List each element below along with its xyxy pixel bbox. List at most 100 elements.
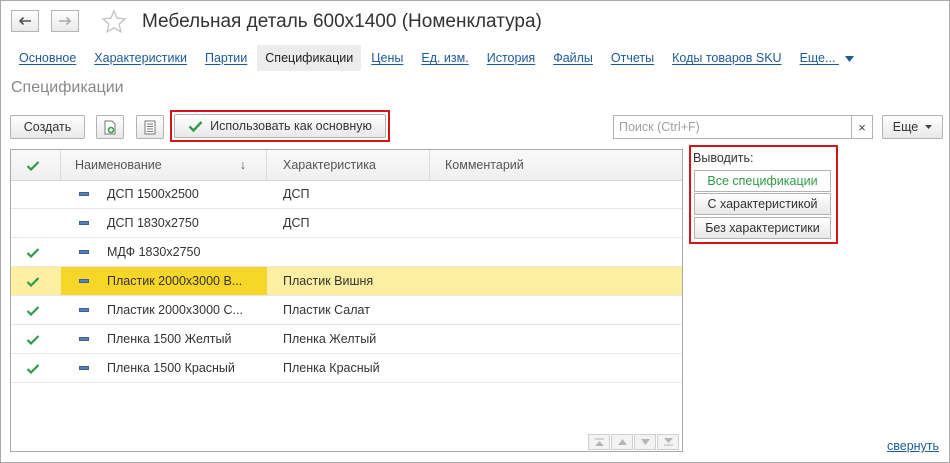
scroll-to-bottom-icon [663, 438, 673, 446]
column-name[interactable]: Наименование ↓ [61, 150, 267, 180]
more-actions-label: Еще [892, 120, 919, 134]
scroll-bottom-button[interactable] [657, 434, 679, 450]
table-row[interactable]: Пластик 2000х3000 В... Пластик Вишня [11, 267, 682, 296]
use-as-main-button[interactable]: Использовать как основную [174, 114, 386, 138]
checkmark-icon [26, 363, 40, 374]
checkmark-icon [188, 121, 203, 132]
scroll-to-top-icon [594, 438, 604, 446]
tab-faily[interactable]: Файлы [545, 45, 601, 71]
characteristic-cell: Пленка Красный [267, 354, 430, 382]
back-button[interactable] [11, 10, 39, 32]
specifications-table[interactable]: Наименование ↓ Характеристика Комментари… [10, 149, 683, 452]
tab-partii[interactable]: Партии [197, 45, 255, 71]
star-icon [101, 9, 127, 34]
comment-cell [430, 296, 682, 324]
comment-cell [430, 238, 682, 266]
name-text: ДСП 1830х2750 [107, 216, 199, 230]
catalog-item-icon [79, 250, 89, 254]
window-title: Мебельная деталь 600х1400 (Номенклатура) [142, 11, 542, 32]
name-cell: Пластик 2000х3000 В... [61, 267, 267, 295]
list-view-button[interactable] [136, 115, 164, 139]
tabs-more-label: Еще... [799, 51, 836, 65]
main-flag-cell [26, 238, 46, 266]
checkmark-icon [26, 247, 40, 258]
search-input[interactable] [613, 115, 851, 139]
filter-all-label: Все спецификации [707, 174, 818, 188]
table-row[interactable]: ДСП 1830х2750 ДСП [11, 209, 682, 238]
name-cell: ДСП 1830х2750 [61, 209, 267, 237]
add-copy-button[interactable] [96, 115, 124, 139]
document-add-icon [104, 120, 116, 134]
table-row[interactable]: Пленка 1500 Желтый Пленка Желтый [11, 325, 682, 354]
characteristic-text: ДСП [283, 216, 310, 230]
tabs-more-menu[interactable]: Еще... [792, 45, 862, 71]
scroll-up-button[interactable] [611, 434, 633, 450]
table-row[interactable]: Пластик 2000х3000 С... Пластик Салат [11, 296, 682, 325]
tab-harakteristiki[interactable]: Характеристики [86, 45, 195, 71]
comment-cell [430, 180, 682, 208]
search-clear-button[interactable]: × [851, 115, 873, 139]
tabs-bar: Основное Характеристики Партии Специфика… [11, 44, 864, 72]
characteristic-cell: Пластик Вишня [267, 267, 430, 295]
column-characteristic[interactable]: Характеристика [267, 150, 430, 180]
forward-button[interactable] [51, 10, 79, 32]
more-actions-button[interactable]: Еще [882, 115, 943, 139]
characteristic-cell: ДСП [267, 209, 430, 237]
triangle-up-icon [617, 439, 627, 445]
filter-with-characteristic[interactable]: С характеристикой [694, 193, 831, 215]
name-text: Пластик 2000х3000 С... [107, 303, 243, 317]
scroll-top-button[interactable] [588, 434, 610, 450]
chevron-down-icon [925, 125, 933, 129]
create-button[interactable]: Создать [10, 115, 85, 139]
table-row[interactable]: МДФ 1830х2750 [11, 238, 682, 267]
tab-osnovnoe[interactable]: Основное [11, 45, 84, 71]
name-text: ДСП 1500х2500 [107, 187, 199, 201]
tab-specifikacii[interactable]: Спецификации [257, 45, 362, 71]
characteristic-text: Пленка Красный [283, 361, 380, 375]
favorite-star-button[interactable] [101, 9, 127, 37]
catalog-item-icon [79, 337, 89, 341]
list-document-icon [144, 120, 156, 134]
column-comment[interactable]: Комментарий [430, 150, 682, 180]
triangle-down-icon [640, 439, 650, 445]
name-text: Пленка 1500 Красный [107, 361, 235, 375]
close-icon: × [858, 119, 866, 135]
filter-label: Выводить: [693, 151, 754, 165]
characteristic-cell: ДСП [267, 180, 430, 208]
main-flag-cell [26, 325, 46, 353]
table-scroll-controls [587, 434, 679, 450]
column-main-flag[interactable] [11, 150, 61, 180]
tab-ceny[interactable]: Цены [363, 45, 411, 71]
comment-cell [430, 267, 682, 295]
name-text: Пластик 2000х3000 В... [107, 274, 243, 288]
create-button-label: Создать [23, 120, 72, 134]
name-text: МДФ 1830х2750 [107, 245, 201, 259]
characteristic-cell: Пластик Салат [267, 296, 430, 324]
name-cell: МДФ 1830х2750 [61, 238, 267, 266]
table-row[interactable]: Пленка 1500 Красный Пленка Красный [11, 354, 682, 383]
main-flag-cell [26, 209, 46, 237]
characteristic-text: Пластик Салат [283, 303, 370, 317]
characteristic-cell: Пленка Желтый [267, 325, 430, 353]
collapse-link[interactable]: свернуть [887, 439, 939, 453]
name-cell: Пластик 2000х3000 С... [61, 296, 267, 324]
filter-all-specifications[interactable]: Все спецификации [694, 170, 831, 192]
filter-with-label: С характеристикой [707, 197, 818, 211]
checkmark-icon [26, 276, 40, 287]
tab-istoriya[interactable]: История [479, 45, 543, 71]
filter-without-characteristic[interactable]: Без характеристики [694, 217, 831, 239]
triangle-down-icon [844, 55, 854, 62]
tab-kody-tovarov-sku[interactable]: Коды товаров SKU [664, 45, 789, 71]
tab-otchety[interactable]: Отчеты [603, 45, 662, 71]
table-row[interactable]: ДСП 1500х2500 ДСП [11, 180, 682, 209]
comment-cell [430, 325, 682, 353]
catalog-item-icon [79, 192, 89, 196]
scroll-down-button[interactable] [634, 434, 656, 450]
name-cell: Пленка 1500 Красный [61, 354, 267, 382]
main-flag-cell [26, 180, 46, 208]
use-as-main-label: Использовать как основную [210, 119, 372, 133]
main-flag-cell [26, 354, 46, 382]
checkmark-icon [26, 334, 40, 345]
tab-ed-izm[interactable]: Ед. изм. [413, 45, 476, 71]
checkmark-icon [26, 305, 40, 316]
